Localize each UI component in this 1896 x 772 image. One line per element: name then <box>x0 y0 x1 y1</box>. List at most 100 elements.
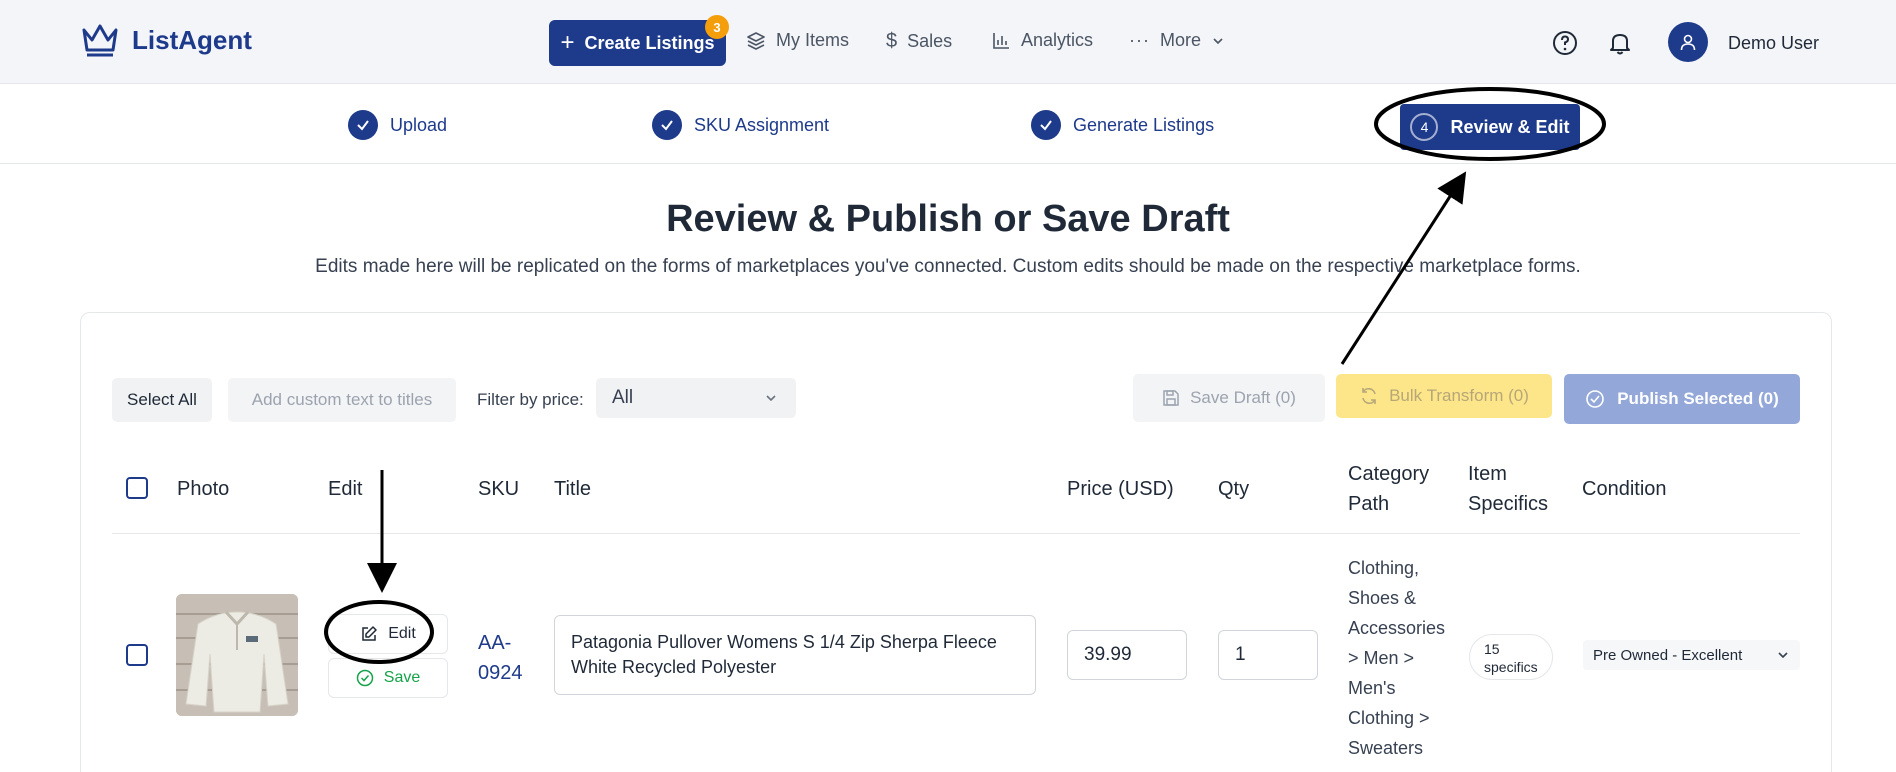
header-item-specifics: Item Specifics <box>1468 459 1548 519</box>
check-circle-icon <box>356 669 374 687</box>
avatar[interactable] <box>1668 22 1708 62</box>
header-edit: Edit <box>328 478 363 500</box>
dollar-icon: $ <box>886 30 898 52</box>
layers-icon <box>747 31 765 50</box>
chevron-down-icon <box>1213 37 1223 44</box>
save-label: Save <box>383 669 421 686</box>
sku-line: AA- <box>478 632 512 654</box>
condition-select[interactable]: Pre Owned - Excellent <box>1583 640 1800 670</box>
category-line: Clothing > <box>1348 708 1430 728</box>
ellipsis-icon: ··· <box>1129 30 1150 50</box>
check-icon <box>652 110 682 140</box>
sku-line: 0924 <box>478 662 523 684</box>
category-line: Sweaters <box>1348 738 1424 758</box>
step-review-edit[interactable]: 4 Review & Edit <box>1400 104 1580 150</box>
sku-link[interactable]: AA- 0924 <box>478 628 523 688</box>
header-title: Title <box>554 478 592 500</box>
chevron-down-icon <box>766 395 776 402</box>
step-upload[interactable]: Upload <box>348 110 447 140</box>
edit-icon <box>362 626 377 641</box>
bulk-transform-button[interactable]: Bulk Transform (0) <box>1336 374 1552 418</box>
plus-icon: + <box>560 29 575 56</box>
header-specifics-line: Item <box>1468 463 1507 485</box>
publish-selected-label: Publish Selected (0) <box>1617 389 1779 408</box>
step-label: Review & Edit <box>1450 116 1570 137</box>
nav-item-label: More <box>1159 30 1201 50</box>
title-input[interactable]: Patagonia Pullover Womens S 1/4 Zip Sher… <box>554 615 1036 695</box>
specifics-badge[interactable]: 15 specifics <box>1469 634 1553 680</box>
save-icon <box>1163 390 1179 406</box>
category-line: Shoes & <box>1348 588 1417 608</box>
refresh-icon <box>1362 388 1376 404</box>
filter-price-label: Filter by price: <box>477 390 584 409</box>
brand[interactable]: ListAgent <box>80 22 252 58</box>
price-filter-value: All <box>612 387 634 408</box>
user-name[interactable]: Demo User <box>1728 33 1819 54</box>
select-all-checkbox[interactable] <box>126 477 148 499</box>
header-condition: Condition <box>1582 478 1667 500</box>
page-title: Review & Publish or Save Draft <box>666 198 1230 240</box>
qty-input[interactable]: 1 <box>1218 630 1318 680</box>
nav-item-label: Analytics <box>1021 30 1094 50</box>
custom-title-text-button[interactable]: Add custom text to titles <box>228 378 456 422</box>
chevron-down-icon <box>1778 652 1788 659</box>
price-input[interactable]: 39.99 <box>1067 630 1187 680</box>
bulk-transform-label: Bulk Transform (0) <box>1389 386 1529 405</box>
header-divider <box>112 533 1800 534</box>
step-label: Generate Listings <box>1073 114 1215 135</box>
save-draft-button[interactable]: Save Draft (0) <box>1133 374 1325 422</box>
step-sku-assignment[interactable]: SKU Assignment <box>652 110 829 140</box>
item-photo[interactable] <box>176 594 298 716</box>
specifics-count: 15 <box>1484 641 1500 657</box>
top-navigation: ListAgent + Create Listings 3 My Items $… <box>0 0 1896 84</box>
row-checkbox[interactable] <box>126 644 148 666</box>
step-generate-listings[interactable]: Generate Listings <box>1031 110 1214 140</box>
nav-item-sales[interactable]: $ Sales <box>886 30 952 53</box>
category-line: Accessories <box>1348 618 1446 638</box>
create-listings-label: Create Listings <box>584 32 715 53</box>
edit-label: Edit <box>388 625 416 642</box>
category-line: > Men > <box>1348 648 1415 668</box>
check-circle-icon <box>1586 390 1605 408</box>
header-category-line: Category <box>1348 463 1430 485</box>
step-number: 4 <box>1410 113 1439 141</box>
check-icon <box>1031 110 1061 140</box>
specifics-label: specifics <box>1484 659 1538 675</box>
header-qty: Qty <box>1218 478 1250 500</box>
select-all-button[interactable]: Select All <box>112 378 212 422</box>
progress-stepper: Upload SKU Assignment Generate Listings … <box>0 84 1896 164</box>
price-filter-select[interactable]: All <box>596 378 796 418</box>
page-subtitle: Edits made here will be replicated on th… <box>315 256 1581 277</box>
save-button[interactable]: Save <box>328 658 448 698</box>
nav-item-analytics[interactable]: Analytics <box>991 30 1093 51</box>
header-specifics-line: Specifics <box>1468 493 1549 515</box>
bell-icon[interactable] <box>1607 30 1633 56</box>
header-price: Price (USD) <box>1067 478 1174 500</box>
edit-button[interactable]: Edit <box>328 614 448 654</box>
header-photo: Photo <box>177 478 230 500</box>
nav-item-more[interactable]: ··· More <box>1129 30 1225 51</box>
header-sku: SKU <box>478 478 520 500</box>
fleece-image <box>176 594 298 716</box>
bar-chart-icon <box>993 32 1009 49</box>
nav-item-label: My Items <box>776 30 850 50</box>
help-icon[interactable] <box>1552 30 1578 56</box>
publish-selected-button[interactable]: Publish Selected (0) <box>1564 374 1800 424</box>
brand-label: ListAgent <box>132 24 252 55</box>
header-category-path: Category Path <box>1348 459 1429 519</box>
crown-icon <box>82 24 118 57</box>
step-label: Upload <box>390 114 448 135</box>
user-icon <box>1680 34 1696 51</box>
save-draft-label: Save Draft (0) <box>1190 388 1296 407</box>
condition-value: Pre Owned - Excellent <box>1593 646 1743 664</box>
header-category-line: Path <box>1348 493 1390 515</box>
nav-item-label: Sales <box>907 31 953 51</box>
category-line: Men's <box>1348 678 1396 698</box>
category-line: Clothing, <box>1348 558 1420 578</box>
step-label: SKU Assignment <box>694 114 830 135</box>
nav-item-my-items[interactable]: My Items <box>746 30 849 51</box>
category-path: Clothing, Shoes & Accessories > Men > Me… <box>1348 553 1448 763</box>
check-icon <box>348 110 378 140</box>
create-listings-button[interactable]: + Create Listings <box>549 20 726 66</box>
create-listings-badge: 3 <box>705 15 729 39</box>
